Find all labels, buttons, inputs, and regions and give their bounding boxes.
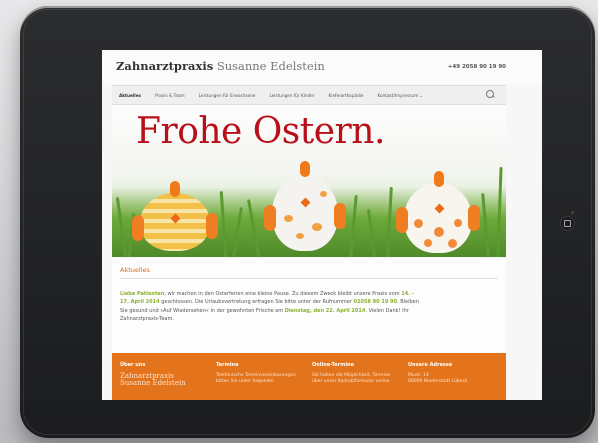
site-logo[interactable]: Zahnarztpraxis Susanne Edelstein (116, 59, 325, 73)
egg-dot (312, 223, 322, 231)
easter-egg-chick-flowers (396, 171, 480, 253)
footer-heading: Über uns (120, 362, 146, 368)
tablet-screen: Zahnarztpraxis Susanne Edelstein +49 205… (102, 50, 542, 400)
chick-comb (300, 161, 310, 177)
easter-egg-chick-dotted (264, 161, 346, 251)
footer-heading: Online-Termine (312, 362, 355, 368)
chick-beak (434, 203, 445, 214)
greeting-highlight: Liebe Patienten (120, 291, 165, 297)
section-title: Aktuelles (120, 266, 150, 274)
egg-dot (320, 191, 327, 197)
nav-item-praxis-team[interactable]: Praxis & Team (148, 93, 192, 98)
footer-col-termine: Termine Telefonische Terminvereinbarunge… (216, 362, 296, 385)
chick-beak (300, 197, 311, 208)
easter-egg-chick-yellow (132, 181, 218, 251)
footer-col-about: Über uns Zahnarztpraxis Susanne Edelstei… (120, 362, 186, 387)
nav-item-kontakt[interactable]: Kontakt/Impressum ⌄ (370, 93, 430, 98)
home-button[interactable] (560, 216, 575, 231)
logo-bold: Zahnarztpraxis (116, 59, 214, 73)
chick-comb (170, 181, 180, 197)
egg-dot (296, 233, 304, 239)
header-phone[interactable]: +49 2058 90 19 90 (448, 64, 506, 70)
egg-flower (454, 219, 462, 227)
chick-wing (396, 207, 408, 233)
chick-wing (264, 205, 276, 231)
nav-item-aktuelles[interactable]: Aktuelles (112, 93, 148, 98)
footer-text: über unser Kontaktformular online (312, 379, 390, 384)
news-paragraph: Liebe Patienten, wir machen in den Oster… (120, 290, 420, 324)
footer-heading: Termine (216, 362, 239, 368)
chick-wing (132, 215, 144, 241)
nav-item-kieferorthopaedie[interactable]: Kieferorthopädie (322, 93, 371, 98)
chick-wing (468, 205, 480, 231)
logo-rest: Susanne Edelstein (216, 59, 325, 73)
chick-beak (170, 213, 181, 224)
site-footer: Über uns Zahnarztpraxis Susanne Edelstei… (112, 353, 506, 400)
section-divider (120, 278, 498, 279)
site-header: Zahnarztpraxis Susanne Edelstein +49 205… (102, 50, 542, 84)
footer-text: 00000 Niederstadt Lübeck (408, 379, 468, 384)
egg-flower (424, 239, 432, 247)
footer-logo-line2: Susanne Edelstein (120, 379, 186, 387)
egg-flower (414, 219, 423, 228)
chick-comb (434, 171, 444, 187)
news-text: , wir machen in den Osterferien eine kle… (164, 291, 402, 297)
hero-banner: Frohe Ostern. (112, 105, 506, 257)
egg-flower (434, 227, 444, 237)
main-nav: Aktuelles Praxis & Team Leistungen für E… (112, 85, 506, 105)
footer-col-address: Unsere Adresse Mustr. 14 00000 Niedersta… (408, 362, 468, 385)
news-text: geschlossen. Die Urlaubsvertretung erfra… (159, 299, 354, 306)
egg-dot (284, 215, 293, 222)
hero-headline: Frohe Ostern. (136, 111, 385, 152)
egg-flower (448, 239, 457, 248)
nav-item-leistungen-erwachsene[interactable]: Leistungen für Erwachsene (192, 93, 263, 98)
chick-wing (334, 203, 346, 229)
chick-wing (206, 213, 218, 239)
camera-dot (571, 211, 574, 214)
phone-highlight[interactable]: 02058 90 19 90 (354, 299, 398, 305)
home-square-icon (564, 220, 571, 227)
reopen-highlight: Dienstag, den 22. April 2014 (284, 307, 366, 314)
footer-heading: Unsere Adresse (408, 362, 453, 368)
news-section: Aktuelles Liebe Patienten, wir machen in… (112, 258, 506, 353)
nav-item-leistungen-kinder[interactable]: Leistungen für Kinder (262, 93, 321, 98)
footer-col-online: Online-Termine Sie haben die Möglichkeit… (312, 362, 390, 385)
footer-text: bitten Sie unter folgender (216, 379, 275, 384)
search-icon[interactable] (486, 90, 494, 98)
